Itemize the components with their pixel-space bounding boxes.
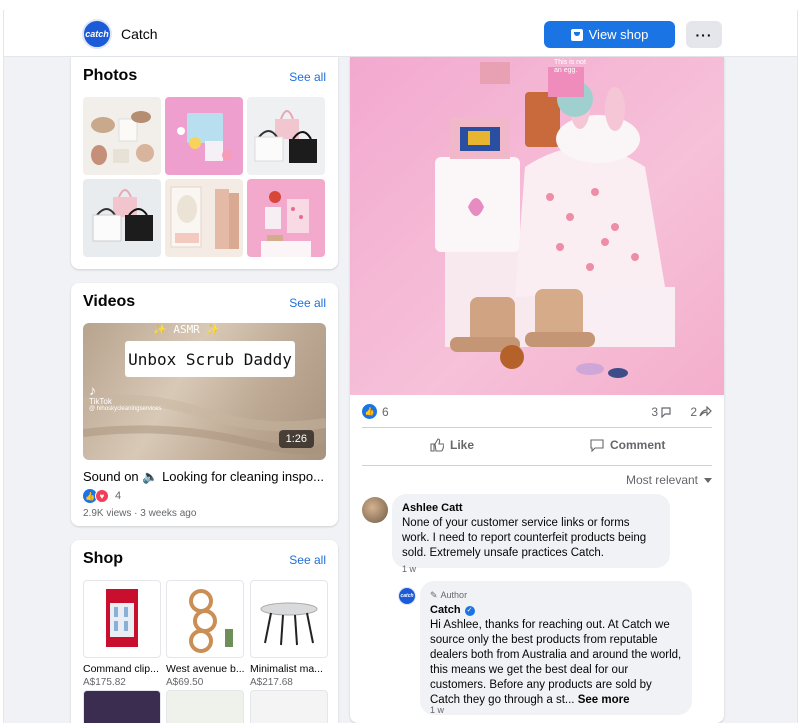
tiktok-watermark: ♪ TikTok @ hihoskycleaningservices: [89, 383, 161, 412]
reply-bubble: ✎ Author Catch ✓ Hi Ashlee, thanks for r…: [420, 581, 692, 715]
comment-bubble: Ashlee Catt None of your customer servic…: [392, 494, 670, 568]
comment-text: None of your customer service links or f…: [402, 517, 647, 559]
shop-title: Shop: [83, 550, 123, 567]
catch-reply-avatar[interactable]: catch: [398, 587, 416, 605]
post-divider: [362, 465, 712, 466]
photos-card: Photos See all: [71, 57, 338, 269]
photo-thumbnail[interactable]: [247, 179, 325, 257]
video-reaction-count: 4: [115, 490, 122, 502]
shop-see-all-link[interactable]: See all: [289, 553, 326, 567]
like-button-label: Like: [450, 438, 475, 452]
shop-item[interactable]: West avenue b... A$69.50: [166, 580, 245, 688]
shop-item-name: Command clip...: [83, 663, 159, 675]
video-duration: 1:26: [278, 430, 314, 448]
shop-item-image: [250, 580, 328, 658]
pencil-icon: ✎: [430, 590, 438, 600]
post-comments-summary[interactable]: 3: [651, 405, 672, 419]
post-divider: [362, 427, 712, 428]
photos-see-all-link[interactable]: See all: [289, 70, 326, 84]
catch-logo[interactable]: catch: [82, 19, 112, 49]
tiktok-label: TikTok: [89, 397, 112, 406]
reply-timestamp[interactable]: 1 w: [430, 705, 444, 715]
author-badge: ✎ Author: [430, 588, 682, 603]
comment-icon: [590, 439, 604, 452]
commenter-avatar[interactable]: [362, 497, 388, 523]
thumbs-up-icon: [430, 438, 444, 452]
video-thumbnail[interactable]: ✨ ASMR ✨ Unbox Scrub Daddy ♪ TikTok @ hi…: [83, 323, 326, 460]
author-badge-label: Author: [440, 590, 468, 600]
shop-item-partial[interactable]: [83, 690, 161, 723]
tiktok-handle: @ hihoskycleaningservices: [89, 406, 162, 412]
shop-item-name: Minimalist ma...: [250, 663, 323, 675]
comment-sort-dropdown[interactable]: Most relevant: [626, 473, 712, 487]
comment-timestamp[interactable]: 1 w: [402, 564, 416, 574]
photo-thumbnail[interactable]: [83, 97, 161, 175]
photo-thumbnail[interactable]: [83, 179, 161, 257]
reply-author-row: Catch ✓: [430, 603, 682, 618]
shop-item-price: A$69.50: [166, 677, 204, 688]
post-comments-count: 3: [651, 405, 658, 419]
shop-item-price: A$175.82: [83, 677, 126, 688]
shop-item-image: [83, 580, 161, 658]
shop-item-partial[interactable]: [250, 690, 328, 723]
post-shares-summary[interactable]: 2: [690, 405, 712, 419]
videos-see-all-link[interactable]: See all: [289, 296, 326, 310]
reply-author[interactable]: Catch: [430, 603, 461, 618]
photo-thumbnail[interactable]: [165, 97, 243, 175]
shop-bag-icon: [570, 28, 583, 41]
comment-author[interactable]: Ashlee Catt: [402, 501, 660, 516]
share-arrow-icon: [699, 406, 712, 417]
shop-item-image: [166, 580, 244, 658]
page-header: catch Catch View shop ···: [4, 10, 797, 57]
tiktok-icon: ♪: [89, 382, 96, 398]
post-shares-count: 2: [690, 405, 697, 419]
shop-item[interactable]: Command clip... A$175.82: [83, 580, 161, 688]
video-overlay-top-text: ✨ ASMR ✨: [153, 323, 221, 336]
page-title[interactable]: Catch: [121, 26, 158, 42]
videos-title: Videos: [83, 293, 136, 310]
reply-text: Hi Ashlee, thanks for reaching out. At C…: [430, 619, 682, 706]
comment-button-label: Comment: [610, 438, 666, 452]
comment-button[interactable]: Comment: [590, 430, 665, 460]
post-image[interactable]: This is not an egg.: [350, 57, 724, 395]
reply-text-block: Hi Ashlee, thanks for reaching out. At C…: [430, 618, 682, 708]
page-frame: catch Catch View shop ··· Photos See all: [3, 10, 798, 723]
like-button[interactable]: Like: [430, 430, 474, 460]
video-reactions[interactable]: 👍 ♥ 4: [83, 488, 121, 504]
caret-down-icon: [704, 477, 712, 483]
shop-item-price: A$217.68: [250, 677, 293, 688]
view-shop-label: View shop: [588, 27, 649, 42]
video-meta: 2.9K views · 3 weeks ago: [83, 508, 197, 519]
love-reaction-icon: ♥: [95, 489, 109, 503]
catch-logo-mini: catch: [400, 593, 414, 599]
post-image-sign-text: This is not an egg.: [554, 59, 586, 74]
comment-bubble-icon: [661, 407, 671, 418]
comment-sort-label: Most relevant: [625, 473, 698, 487]
see-more-link[interactable]: See more: [578, 694, 630, 706]
shop-card: Shop See all Command clip... A$175.82 We…: [71, 540, 338, 723]
verified-badge-icon: ✓: [464, 605, 475, 616]
video-caption[interactable]: Sound on 🔈 Looking for cleaning inspo...: [83, 469, 333, 485]
more-options-button[interactable]: ···: [686, 21, 722, 48]
photo-thumbnail[interactable]: [165, 179, 243, 257]
shop-item-name: West avenue b...: [166, 663, 245, 675]
shop-item-partial[interactable]: [166, 690, 244, 723]
post-reactions-count[interactable]: 6: [382, 405, 389, 419]
like-reaction-icon: 👍: [362, 404, 377, 419]
post-engagement-row: 👍 6 3 2: [362, 403, 712, 423]
shop-item[interactable]: Minimalist ma... A$217.68: [250, 580, 328, 688]
video-overlay-banner: Unbox Scrub Daddy: [125, 341, 295, 377]
view-shop-button[interactable]: View shop: [544, 21, 675, 48]
videos-card: Videos See all ✨ ASMR ✨ Unbox Scrub Dadd…: [71, 283, 338, 526]
photos-title: Photos: [83, 67, 138, 84]
photo-thumbnail[interactable]: [247, 97, 325, 175]
post-card: This is not an egg. 👍 6 3 2 Like Comment: [350, 57, 724, 723]
